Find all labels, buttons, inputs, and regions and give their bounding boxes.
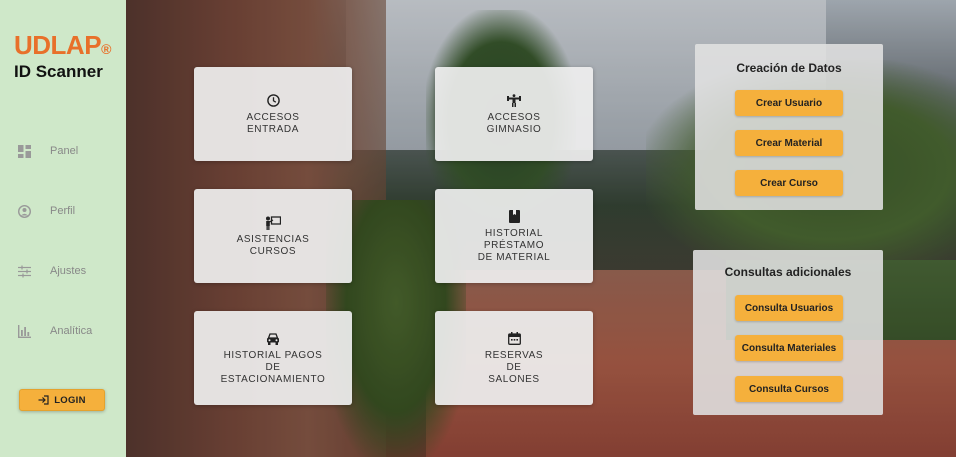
clock-icon <box>266 93 280 109</box>
card-label: HISTORIAL PRÉSTAMO DE MATERIAL <box>477 227 551 263</box>
card-historial-prestamo[interactable]: HISTORIAL PRÉSTAMO DE MATERIAL <box>435 189 593 283</box>
card-label: ACCESOS GIMNASIO <box>486 111 542 135</box>
sidebar-item-panel[interactable]: Panel <box>14 139 119 163</box>
card-historial-pagos[interactable]: HISTORIAL PAGOS DE ESTACIONAMIENTO <box>194 311 352 405</box>
udlap-logo: UDLAP® <box>14 30 111 60</box>
card-accesos-gimnasio[interactable]: ACCESOS GIMNASIO <box>435 67 593 161</box>
teacher-icon <box>265 215 281 231</box>
sliders-icon <box>14 263 34 279</box>
card-label: RESERVAS DE SALONES <box>484 349 544 385</box>
card-asistencias-cursos[interactable]: ASISTENCIAS CURSOS <box>194 189 352 283</box>
login-button[interactable]: LOGIN <box>19 389 105 411</box>
fitness-icon <box>507 93 521 109</box>
sidebar-item-label: Perfil <box>50 205 76 217</box>
card-reservas-salones[interactable]: RESERVAS DE SALONES <box>435 311 593 405</box>
sidebar-item-ajustes[interactable]: Ajustes <box>14 259 119 283</box>
book-icon <box>508 209 520 225</box>
panel-title: Creación de Datos <box>736 61 842 75</box>
app-title: ID Scanner <box>14 62 103 81</box>
query-courses-button[interactable]: Consulta Cursos <box>735 376 843 402</box>
sidebar-item-perfil[interactable]: Perfil <box>14 199 119 223</box>
account-icon <box>14 203 34 219</box>
sidebar-item-label: Ajustes <box>50 265 87 277</box>
create-course-button[interactable]: Crear Curso <box>735 170 843 196</box>
sidebar-item-label: Panel <box>50 145 79 157</box>
sidebar: UDLAP® ID Scanner Panel Perfil Ajustes A… <box>0 0 126 457</box>
sidebar-item-label: Analítica <box>50 325 93 337</box>
login-icon <box>38 395 49 405</box>
card-accesos-entrada[interactable]: ACCESOS ENTRADA <box>194 67 352 161</box>
login-label: LOGIN <box>54 394 86 406</box>
bar-chart-icon <box>14 323 34 339</box>
create-user-button[interactable]: Crear Usuario <box>735 90 843 116</box>
card-label: ASISTENCIAS CURSOS <box>236 233 310 257</box>
query-materials-button[interactable]: Consulta Materiales <box>735 335 843 361</box>
car-icon <box>266 331 280 347</box>
dashboard-icon <box>14 143 34 159</box>
card-label: ACCESOS ENTRADA <box>246 111 300 135</box>
sidebar-item-analitica[interactable]: Analítica <box>14 319 119 343</box>
create-material-button[interactable]: Crear Material <box>735 130 843 156</box>
calendar-icon <box>507 331 521 347</box>
card-label: HISTORIAL PAGOS DE ESTACIONAMIENTO <box>220 349 326 385</box>
query-users-button[interactable]: Consulta Usuarios <box>735 295 843 321</box>
panel-title: Consultas adicionales <box>724 265 852 279</box>
